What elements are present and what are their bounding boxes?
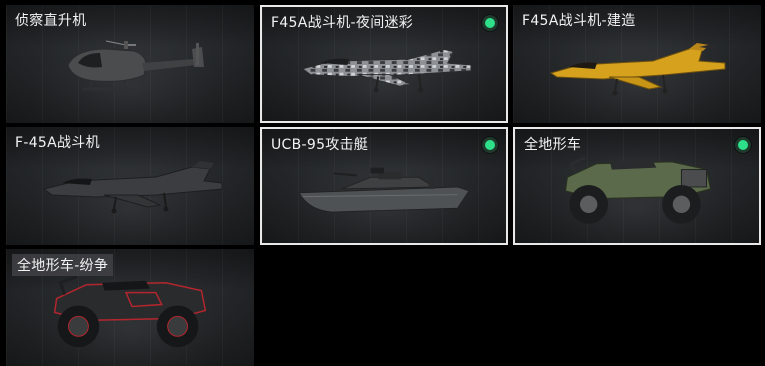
owned-indicator-icon xyxy=(482,15,498,31)
vehicle-title: 侦察直升机 xyxy=(15,13,87,29)
vehicle-title: F45A战斗机-夜间迷彩 xyxy=(271,15,414,31)
vehicle-title: UCB-95攻击艇 xyxy=(271,137,369,153)
vehicle-card-atv[interactable]: 全地形车 xyxy=(513,127,761,245)
vehicle-card-f45a-night-camo[interactable]: F45A战斗机-夜间迷彩 xyxy=(260,5,508,123)
vehicle-card-f45a-build[interactable]: F45A战斗机-建造 xyxy=(513,5,761,123)
vehicle-card-scout-helicopter[interactable]: 侦察直升机 xyxy=(6,5,254,123)
vehicle-title: 全地形车-纷争 xyxy=(12,254,114,276)
vehicle-card-ucb95-attack-boat[interactable]: UCB-95攻击艇 xyxy=(260,127,508,245)
vehicle-card-atv-strife[interactable]: 全地形车-纷争 xyxy=(6,249,254,366)
vehicle-card-f45a[interactable]: F-45A战斗机 xyxy=(6,127,254,245)
vehicle-title: 全地形车 xyxy=(524,137,582,153)
vehicle-title: F-45A战斗机 xyxy=(15,135,100,151)
owned-indicator-icon xyxy=(735,137,751,153)
owned-indicator-icon xyxy=(482,137,498,153)
vehicle-title: F45A战斗机-建造 xyxy=(522,13,636,29)
